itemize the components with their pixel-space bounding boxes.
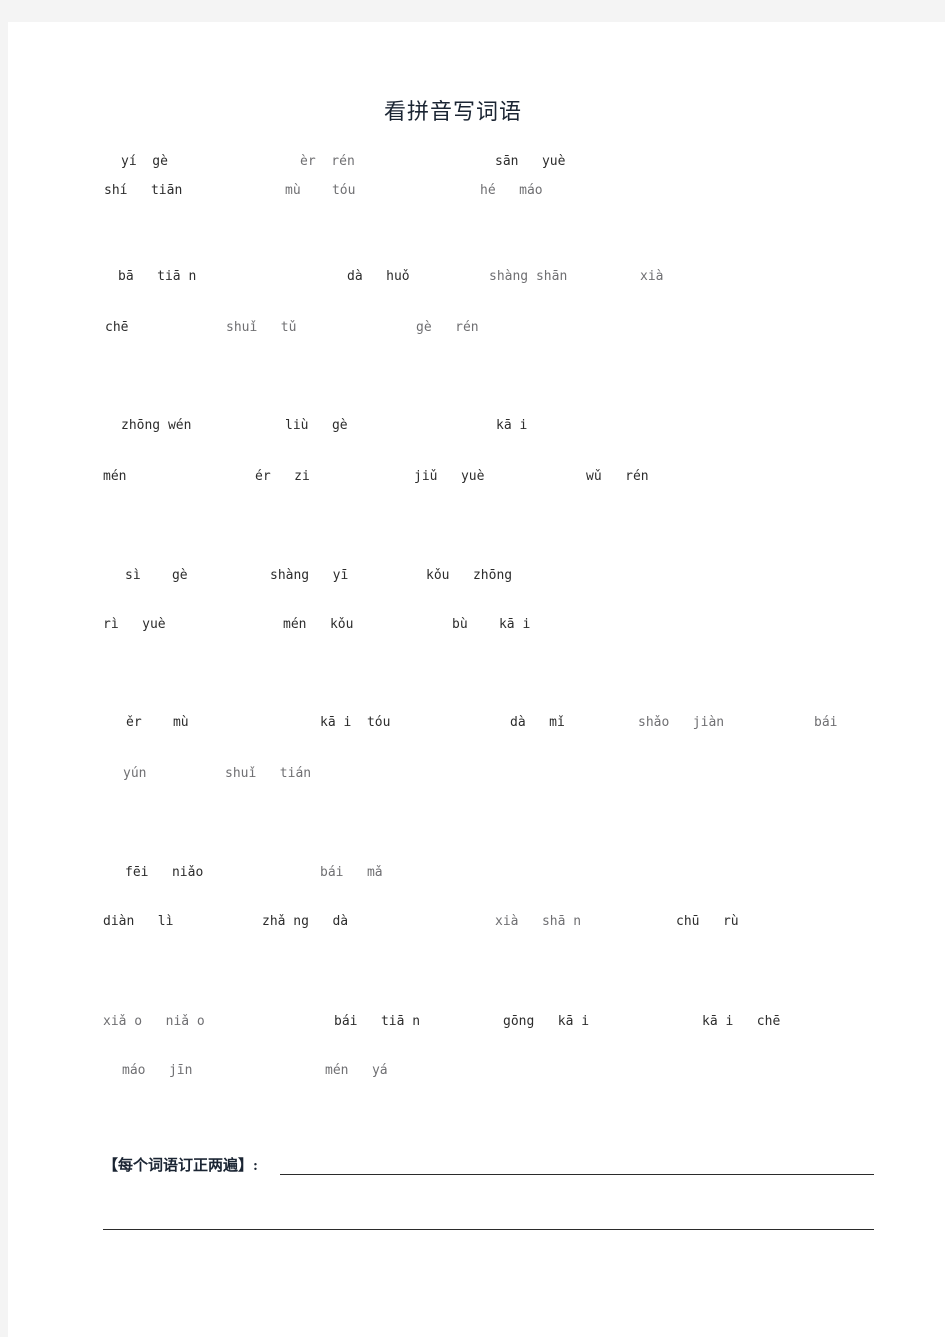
pinyin-word: bā tiā n	[118, 269, 197, 284]
pinyin-word: yí gè	[121, 154, 168, 169]
pinyin-word: rì yuè	[103, 617, 166, 632]
worksheet-page: 看拼音写词语 yí gè èr rén sān yuè shí tiān mù tóu h…	[8, 22, 945, 1337]
answer-rule-line-1	[280, 1174, 874, 1175]
pinyin-row: diàn lì zhǎ ng dà xià shā n chū rù	[8, 913, 945, 937]
pinyin-word: shuǐ tián	[225, 766, 312, 781]
pinyin-word: gōng kā i	[503, 1014, 590, 1029]
pinyin-word: dà mǐ	[510, 715, 565, 730]
pinyin-row: yí gè èr rén sān yuè	[8, 153, 945, 177]
pinyin-word: bái mǎ	[320, 865, 383, 880]
pinyin-word: kā i chē	[702, 1014, 781, 1029]
pinyin-word: shuǐ tǔ	[226, 320, 297, 335]
pinyin-word: wǔ rén	[586, 469, 649, 484]
pinyin-row: sì gè shàng yī kǒu zhōng	[8, 567, 945, 591]
pinyin-word: kā i	[496, 418, 528, 433]
pinyin-word: gè rén	[416, 320, 479, 335]
pinyin-word: shàng yī	[270, 568, 349, 583]
pinyin-word: èr rén	[300, 154, 355, 169]
pinyin-word: yún	[123, 766, 147, 781]
pinyin-word: xià shā n	[495, 914, 582, 929]
pinyin-word: bái tiā n	[334, 1014, 421, 1029]
pinyin-row: chē shuǐ tǔ gè rén	[8, 319, 945, 343]
pinyin-word: sān yuè	[495, 154, 566, 169]
pinyin-word: hé máo	[480, 183, 543, 198]
pinyin-word: zhōng wén	[121, 418, 192, 433]
pinyin-word: chū rù	[676, 914, 739, 929]
pinyin-word: jiǔ yuè	[414, 469, 485, 484]
pinyin-word: kǒu zhōng	[426, 568, 513, 583]
pinyin-rows-container: yí gè èr rén sān yuè shí tiān mù tóu hé máo bā…	[8, 22, 945, 1337]
answer-rule-line-2	[103, 1229, 874, 1230]
pinyin-word: bái	[814, 715, 838, 730]
pinyin-word: mén yá	[325, 1063, 388, 1078]
pinyin-row: yún shuǐ tián	[8, 765, 945, 789]
pinyin-word: mén	[103, 469, 127, 484]
pinyin-word: diàn lì	[103, 914, 174, 929]
pinyin-row: zhōng wén liù gè kā i	[8, 417, 945, 441]
pinyin-row: shí tiān mù tóu hé máo	[8, 182, 945, 206]
pinyin-word: mén kǒu	[283, 617, 354, 632]
pinyin-row: fēi niǎo bái mǎ	[8, 864, 945, 888]
pinyin-word: zhǎ ng dà	[262, 914, 349, 929]
pinyin-word: fēi niǎo	[125, 865, 204, 880]
pinyin-word: shí tiān	[104, 183, 183, 198]
pinyin-word: kā i tóu	[320, 715, 391, 730]
pinyin-word: ěr mù	[126, 715, 189, 730]
pinyin-row: bā tiā n dà huǒ shàng shān xià	[8, 268, 945, 292]
pinyin-row: máo jīn mén yá	[8, 1062, 945, 1086]
pinyin-word: ér zi	[255, 469, 310, 484]
correction-instruction-label: 【每个词语订正两遍】:	[103, 1158, 258, 1174]
pinyin-word: shǎo jiàn	[638, 715, 725, 730]
pinyin-word: xià	[640, 269, 664, 284]
pinyin-row: mén ér zi jiǔ yuè wǔ rén	[8, 468, 945, 492]
pinyin-row: ěr mù kā i tóu dà mǐ shǎo jiàn bái	[8, 714, 945, 738]
pinyin-word: bù kā i	[452, 617, 531, 632]
pinyin-row: rì yuè mén kǒu bù kā i	[8, 616, 945, 640]
pinyin-word: liù gè	[285, 418, 348, 433]
pinyin-word: sì gè	[125, 568, 188, 583]
pinyin-word: máo jīn	[122, 1063, 193, 1078]
pinyin-row: xiǎ o niǎ o bái tiā n gōng kā i kā i chē	[8, 1013, 945, 1037]
pinyin-word: dà huǒ	[347, 269, 410, 284]
pinyin-word: mù tóu	[285, 183, 356, 198]
pinyin-word: chē	[105, 320, 129, 335]
pinyin-word: xiǎ o niǎ o	[103, 1014, 205, 1029]
pinyin-word: shàng shān	[489, 269, 568, 284]
